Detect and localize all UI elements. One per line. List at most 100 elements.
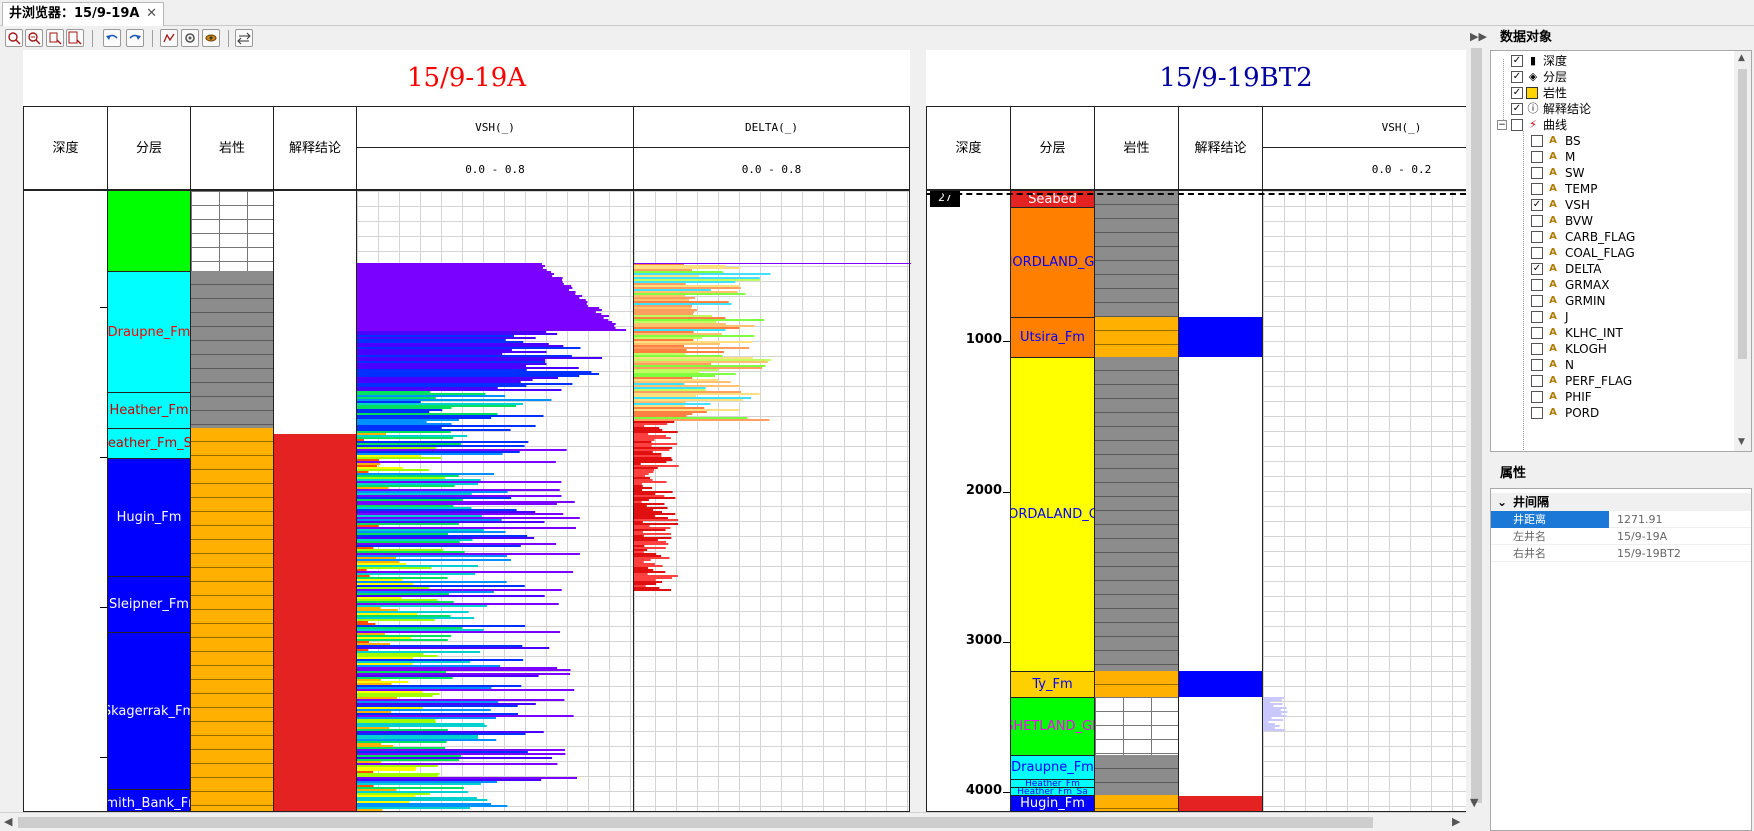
canvas-vertical-scrollbar[interactable]: ▶▶ ▼	[1466, 26, 1487, 812]
curve-sample	[357, 453, 503, 455]
curve-sample	[357, 567, 432, 569]
scroll-right-icon[interactable]: ▶	[1452, 815, 1460, 828]
property-row-well-distance[interactable]: 井距离 1271.91	[1491, 511, 1751, 528]
layer-heather-fm[interactable]: Heather_Fm	[1011, 779, 1094, 787]
curve-checkbox[interactable]	[1531, 247, 1543, 259]
curve-sample	[357, 473, 495, 475]
layer-smith-bank-fm[interactable]: Smith_Bank_Fm	[108, 789, 190, 811]
curve-sample	[357, 659, 524, 661]
layer-skagerrak-fm[interactable]: Skagerrak_Fm	[108, 632, 190, 789]
scroll-thumb[interactable]	[18, 817, 1373, 828]
curve-sample	[357, 807, 471, 809]
scroll-up-icon[interactable]: ▲	[1738, 53, 1745, 63]
scroll-left-icon[interactable]: ◀	[4, 815, 12, 828]
swap-icon[interactable]	[235, 29, 253, 47]
property-value[interactable]: 15/9-19A	[1613, 528, 1667, 545]
curve-sample	[357, 315, 609, 317]
chevron-down-icon[interactable]: ⌄	[1497, 493, 1507, 511]
layer-ty-fm[interactable]: Ty_Fm	[1011, 671, 1094, 697]
curve-checkbox[interactable]	[1531, 359, 1543, 371]
curve-checkbox[interactable]	[1531, 375, 1543, 387]
curve-sample	[634, 283, 686, 285]
layer-nordaland-gp[interactable]: NORDALAND_GP	[1011, 357, 1094, 671]
zoom-fit-icon[interactable]	[66, 29, 84, 47]
settings-icon[interactable]	[181, 29, 199, 47]
curve-checkbox[interactable]	[1531, 295, 1543, 307]
interpretation-checkbox[interactable]: ✓	[1511, 103, 1523, 115]
curve-sample	[634, 339, 694, 341]
scroll-right-double-icon[interactable]: ▶▶	[1470, 30, 1487, 43]
canvas-horizontal-scrollbar[interactable]: ◀ ▶	[0, 812, 1466, 831]
scroll-thumb[interactable]	[1738, 69, 1747, 359]
layer-unnamed-top[interactable]	[108, 191, 190, 271]
curve-checkbox[interactable]: ✓	[1531, 199, 1543, 211]
curve-checkbox[interactable]	[1531, 311, 1543, 323]
curve-sample	[357, 749, 565, 751]
curve-checkbox[interactable]	[1531, 135, 1543, 147]
toolbar-separator	[92, 30, 93, 47]
curve-checkbox[interactable]	[1531, 151, 1543, 163]
curve-checkbox[interactable]: ✓	[1531, 263, 1543, 275]
layer-heather-fm-sa[interactable]: Heather_Fm_Sa	[108, 428, 190, 458]
curves-checkbox[interactable]	[1511, 119, 1523, 131]
undo-icon[interactable]	[103, 29, 121, 47]
curve-label: N	[1565, 358, 1574, 372]
layer-draupne-fm[interactable]: Draupne_Fm	[108, 271, 190, 392]
curve-sample	[357, 287, 573, 289]
curve-sample	[357, 335, 514, 337]
depth-checkbox[interactable]: ✓	[1511, 55, 1523, 67]
interpretation-zone[interactable]	[1179, 317, 1262, 357]
property-value[interactable]: 1271.91	[1613, 511, 1663, 528]
curve-checkbox[interactable]	[1531, 327, 1543, 339]
scroll-down-icon[interactable]: ▼	[1738, 437, 1745, 447]
add-curve-icon[interactable]	[160, 29, 178, 47]
layer-utsira-fm[interactable]: Utsira_Fm	[1011, 317, 1094, 357]
curve-sample	[634, 503, 665, 505]
correlation-canvas[interactable]: 15/9-19A 深度 分层 Draupne_Fm Heather_Fm eat…	[0, 50, 1466, 812]
curve-sample	[357, 535, 528, 537]
curve-checkbox[interactable]	[1531, 343, 1543, 355]
delta-curve-track: DELTA(_) 0.0 - 0.8	[633, 106, 911, 812]
curve-checkbox[interactable]	[1531, 279, 1543, 291]
interpretation-zone[interactable]	[1179, 671, 1262, 697]
property-row-left-well[interactable]: 左井名 15/9-19A	[1491, 528, 1751, 545]
layer-shetland-gp[interactable]: SHETLAND_GP	[1011, 697, 1094, 755]
property-row-right-well[interactable]: 右井名 15/9-19BT2	[1491, 545, 1751, 562]
curve-sample	[634, 409, 739, 411]
scroll-down-icon[interactable]: ▼	[1470, 796, 1478, 809]
interpretation-zone[interactable]	[1179, 796, 1262, 811]
layer-sleipner-fm[interactable]: Sleipner_Fm	[108, 576, 190, 632]
layer-heather-fm[interactable]: Heather_Fm	[108, 392, 190, 428]
layer-hugin-fm[interactable]: Hugin_Fm	[108, 458, 190, 576]
interpretation-zone[interactable]	[274, 434, 356, 811]
curve-sample	[357, 359, 546, 361]
curve-checkbox[interactable]	[1531, 391, 1543, 403]
layer-heather-fm-sa[interactable]: Heather_Fm_Sa	[1011, 787, 1094, 795]
tree-scrollbar[interactable]: ▲ ▼	[1734, 51, 1751, 451]
layer-nordland-gp[interactable]: NORDLAND_GP	[1011, 207, 1094, 317]
layer-hugin-fm[interactable]: Hugin_Fm	[1011, 795, 1094, 811]
curve-checkbox[interactable]	[1531, 231, 1543, 243]
zoom-window-icon[interactable]	[46, 29, 64, 47]
property-group-header[interactable]: ⌄ 井间隔	[1491, 493, 1751, 511]
curve-sample	[357, 285, 572, 287]
export-icon[interactable]	[202, 29, 220, 47]
lithology-checkbox[interactable]: ✓	[1511, 87, 1523, 99]
layer-draupne-fm[interactable]: Draupne_Fm	[1011, 755, 1094, 779]
tab-well-browser[interactable]: 井浏览器：15/9-19A ✕	[2, 2, 164, 26]
close-icon[interactable]: ✕	[146, 3, 157, 25]
curve-checkbox[interactable]	[1531, 407, 1543, 419]
redo-icon[interactable]	[126, 29, 144, 47]
zoom-in-icon[interactable]	[5, 29, 23, 47]
curve-sample	[357, 303, 587, 305]
curve-checkbox[interactable]	[1531, 183, 1543, 195]
curve-sample	[357, 703, 536, 705]
collapse-icon[interactable]: −	[1497, 120, 1507, 130]
curve-checkbox[interactable]	[1531, 167, 1543, 179]
curve-checkbox[interactable]	[1531, 215, 1543, 227]
property-value[interactable]: 15/9-19BT2	[1613, 545, 1681, 562]
zoom-out-icon[interactable]	[25, 29, 43, 47]
layers-checkbox[interactable]: ✓	[1511, 71, 1523, 83]
scroll-thumb[interactable]	[1471, 48, 1482, 803]
curve-sample	[357, 701, 499, 703]
